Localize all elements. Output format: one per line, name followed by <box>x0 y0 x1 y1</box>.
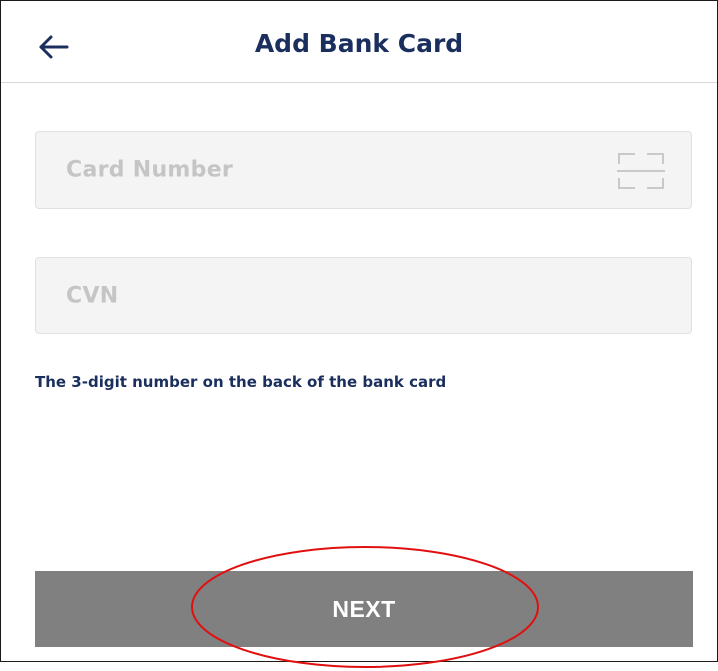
screen-frame: Add Bank Card Card Number CVN The 3-digi… <box>0 0 718 668</box>
header-bar: Add Bank Card <box>1 1 717 83</box>
card-number-field[interactable]: Card Number <box>35 131 692 209</box>
page-title: Add Bank Card <box>254 29 464 58</box>
cvn-placeholder: CVN <box>66 283 119 308</box>
cvn-field[interactable]: CVN <box>35 257 692 334</box>
next-button-label: NEXT <box>332 595 396 622</box>
next-button[interactable]: NEXT <box>35 571 693 647</box>
card-number-placeholder: Card Number <box>66 157 234 183</box>
scan-frame-icon[interactable] <box>617 152 665 190</box>
cvn-hint-text: The 3-digit number on the back of the ba… <box>35 373 447 391</box>
